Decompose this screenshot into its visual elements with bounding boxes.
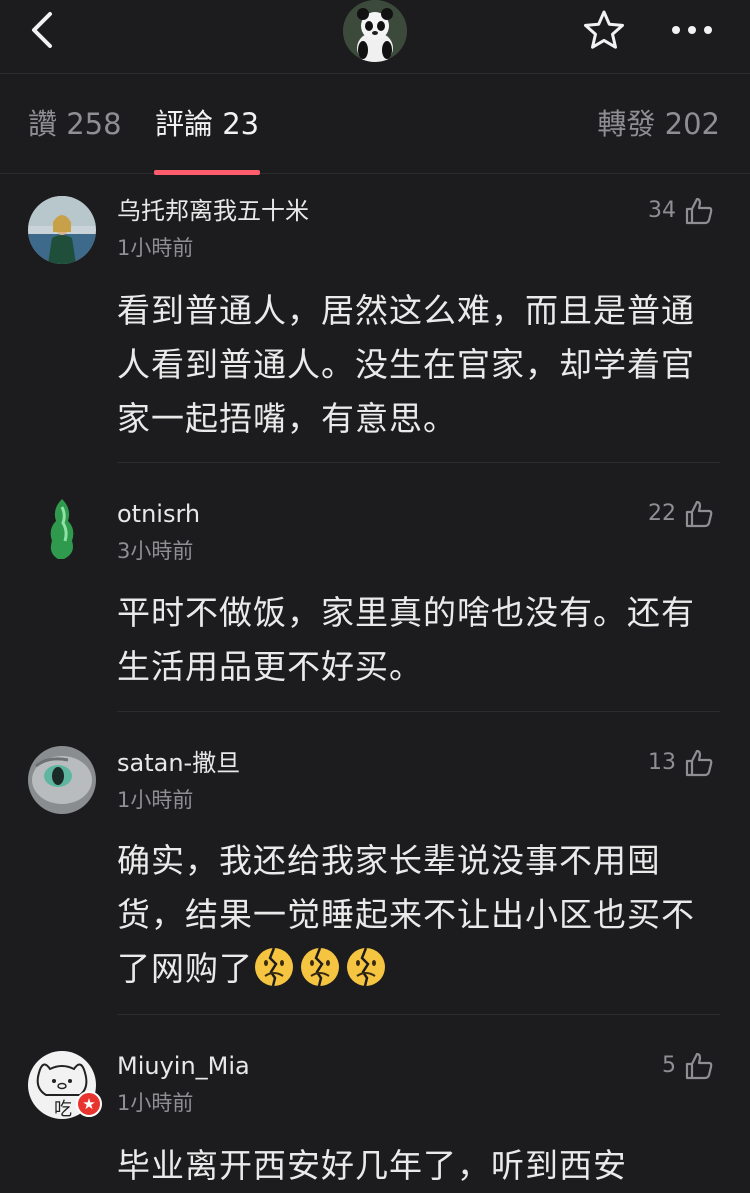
- more-button[interactable]: [668, 10, 716, 50]
- broken-heart-face-emoji: [255, 947, 293, 987]
- tab-comments[interactable]: 評論 23: [155, 106, 259, 142]
- comment-text: 毕业离开西安好几年了，听到西安: [117, 1146, 627, 1185]
- divider: [117, 1014, 720, 1015]
- comment-text-body: 确实，我还给我家长辈说没事不用囤货，结果一觉睡起来不让出小区也买不了网购了: [117, 841, 695, 988]
- like-button[interactable]: 5: [662, 1051, 714, 1081]
- avatar-text: 吃: [54, 1099, 72, 1119]
- thumbs-up-icon: [685, 500, 713, 528]
- user-avatar-icon: [28, 495, 96, 563]
- timestamp: 1小時前: [117, 788, 194, 812]
- thumbs-up-icon: [685, 197, 713, 225]
- profile-avatar[interactable]: [343, 0, 407, 62]
- timestamp: 3小時前: [117, 539, 194, 563]
- comment-text: 平时不做饭，家里真的啥也没有。还有生活用品更不好买。: [117, 593, 695, 686]
- top-bar: [0, 0, 750, 74]
- favorite-button[interactable]: [582, 8, 626, 52]
- back-button[interactable]: [24, 8, 64, 52]
- username[interactable]: satan-撒旦: [117, 748, 240, 778]
- like-button[interactable]: 22: [648, 499, 714, 529]
- like-count: 34: [648, 198, 676, 223]
- panda-icon: [343, 0, 407, 62]
- username[interactable]: otnisrh: [117, 499, 200, 529]
- chevron-left-icon: [32, 12, 52, 48]
- like-count: 5: [662, 1053, 676, 1078]
- user-avatar-icon: [28, 746, 96, 814]
- thumbs-up-icon: [685, 749, 713, 777]
- more-dots-icon: [672, 26, 712, 34]
- avatar[interactable]: [28, 495, 96, 563]
- comment-text: 看到普通人，居然这么难，而且是普通人看到普通人。没生在官家，却学着官家一起捂嘴，…: [117, 291, 695, 438]
- tab-bar: 讚 258 評論 23 轉發 202: [0, 74, 750, 175]
- like-count: 22: [648, 501, 676, 526]
- tab-shares[interactable]: 轉發 202: [597, 106, 720, 142]
- like-count: 13: [648, 750, 676, 775]
- username[interactable]: Miuyin_Mia: [117, 1051, 250, 1081]
- active-tab-indicator: [154, 170, 260, 175]
- avatar[interactable]: [28, 196, 96, 264]
- star-badge-icon: ★: [76, 1091, 102, 1117]
- user-avatar-icon: [28, 196, 96, 264]
- timestamp: 1小時前: [117, 236, 194, 260]
- divider: [117, 462, 720, 463]
- like-button[interactable]: 13: [648, 748, 714, 778]
- like-button[interactable]: 34: [648, 196, 714, 226]
- username[interactable]: 乌托邦离我五十米: [117, 196, 309, 226]
- thumbs-up-icon: [685, 1052, 713, 1080]
- divider: [117, 711, 720, 712]
- broken-heart-face-emoji: [347, 947, 385, 987]
- star-outline-icon: [584, 10, 624, 49]
- timestamp: 1小時前: [117, 1091, 194, 1115]
- avatar[interactable]: [28, 746, 96, 814]
- tab-likes[interactable]: 讚 258: [28, 106, 122, 142]
- broken-heart-face-emoji: [301, 947, 339, 987]
- comment-text: 确实，我还给我家长辈说没事不用囤货，结果一觉睡起来不让出小区也买不了网购了: [117, 834, 717, 996]
